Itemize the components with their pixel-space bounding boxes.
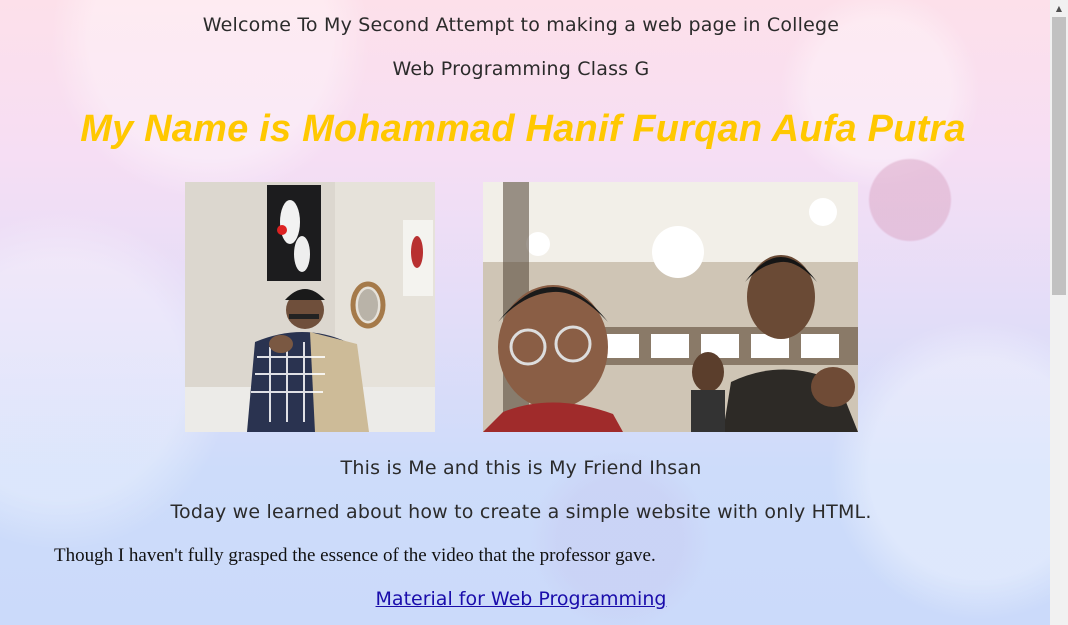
material-link-container: Material for Web Programming [0, 588, 1042, 610]
grasp-text: Though I haven't fully grasped the essen… [54, 545, 656, 566]
photo-caption: This is Me and this is My Friend Ihsan [340, 457, 702, 479]
scrollbar-thumb[interactable] [1052, 17, 1066, 295]
vertical-scrollbar[interactable]: ▲ [1050, 0, 1068, 625]
welcome-text: Welcome To My Second Attempt to making a… [202, 14, 840, 36]
page-content: Welcome To My Second Attempt to making a… [0, 0, 1050, 625]
name-heading: My Name is Mohammad Hanif Furqan Aufa Pu… [80, 108, 966, 150]
learned-text: Today we learned about how to create a s… [170, 501, 872, 523]
photo-me [185, 182, 435, 432]
up-arrow-icon[interactable]: ▲ [1050, 0, 1068, 17]
photo-friend [483, 182, 858, 432]
material-link[interactable]: Material for Web Programming [376, 588, 667, 610]
class-text: Web Programming Class G [392, 58, 650, 80]
